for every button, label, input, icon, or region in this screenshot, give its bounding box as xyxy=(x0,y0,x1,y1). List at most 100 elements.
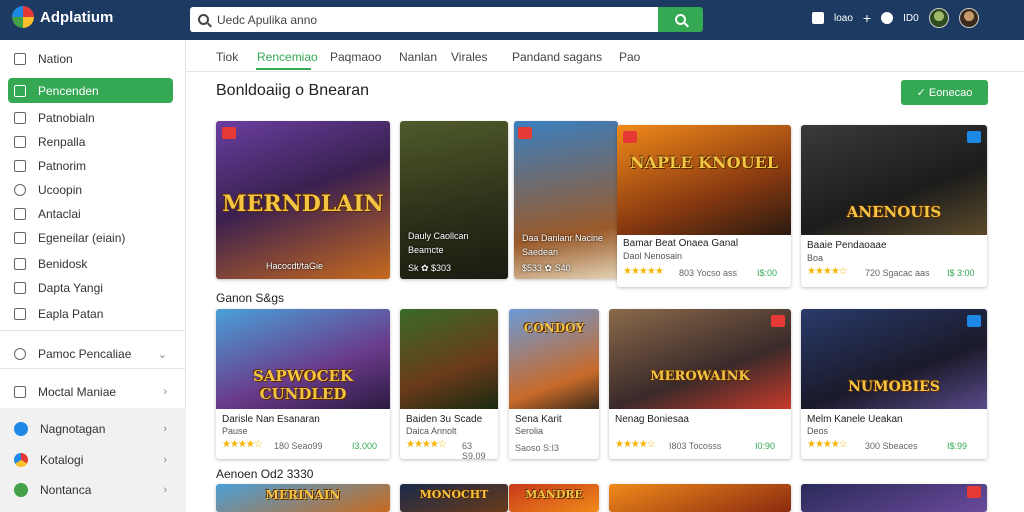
chevron-right-icon: › xyxy=(163,484,167,496)
art-title: MERNDLAIN xyxy=(222,191,384,217)
game-card[interactable]: MEROWAINK Nenag Boniesaa ★★★★☆ I803 Toco… xyxy=(609,309,791,459)
card-title: Bamar Beat Onaea Ganal xyxy=(623,238,739,249)
card-title: Sena Karit xyxy=(515,414,562,425)
sidebar-item-expand[interactable]: Nagnotagan › xyxy=(8,417,173,441)
game-card[interactable]: MERINAIN xyxy=(216,484,390,512)
sidebar-item[interactable]: Antaclai xyxy=(8,202,173,226)
card-subtitle: Pause xyxy=(222,426,248,436)
art-title: NAPLE KNOUEL xyxy=(630,153,778,172)
rating-stars: ★★★★☆ xyxy=(807,266,848,277)
card-meta: 180 Seao99 xyxy=(274,441,323,451)
tab[interactable]: Paqmaoo xyxy=(330,50,381,64)
sidebar-item-home[interactable]: Nation xyxy=(8,47,173,71)
tab[interactable]: Virales xyxy=(451,50,487,64)
sidebar-item[interactable]: Benidosk xyxy=(8,252,173,276)
app-title: Adplatium xyxy=(40,8,114,26)
card-price: I$:00 xyxy=(757,268,778,278)
game-card[interactable]: Baiden 3u Scade Daica Annolt ★★★★☆ 63 S9… xyxy=(400,309,498,459)
art-title: NUMOBIES xyxy=(848,379,940,395)
art-subtitle: Dauly Caollcan xyxy=(408,231,469,241)
game-card[interactable]: NUMOBIES Melm Kanele Ueakan Deos ★★★★☆ 3… xyxy=(801,309,987,459)
top-label-2[interactable]: ID0 xyxy=(903,13,919,24)
rating-stars: ★★★★☆ xyxy=(615,439,656,450)
search-input[interactable] xyxy=(217,12,637,27)
rating-stars: ★★★★☆ xyxy=(807,439,848,450)
rating-stars: ★★★★☆ xyxy=(406,439,447,450)
rating-stars: ★★★★★ xyxy=(623,266,664,277)
sidebar: Nation Pencenden Patnobialn Renpalla Pat… xyxy=(0,40,186,512)
tab-active[interactable]: Rencemiao xyxy=(257,50,318,64)
action-button[interactable]: ✓ Eonecao xyxy=(901,80,988,105)
sidebar-item-expand[interactable]: Pamoc Pencaliae ⌄ xyxy=(8,342,173,366)
grid-icon xyxy=(14,160,26,172)
game-card[interactable]: Dauly Caollcan Beamcte Sk ✿ $303 xyxy=(400,121,508,279)
divider xyxy=(0,368,186,369)
badge-icon xyxy=(967,131,981,143)
game-art: MONOCHT xyxy=(400,484,508,512)
tab[interactable]: Pandand sagans xyxy=(512,50,602,64)
card-meta: 63 S9.09 xyxy=(462,441,486,459)
game-card[interactable]: MONOCHT xyxy=(400,484,508,512)
card-subtitle: Boa xyxy=(807,253,824,263)
notification-icon[interactable] xyxy=(812,12,824,24)
art-title: CONDOY xyxy=(523,321,585,335)
tab[interactable]: Tiok xyxy=(216,50,238,64)
game-card[interactable]: MERNDLAIN Hacocdt/taGie xyxy=(216,121,390,279)
section-title: Aenoen Od2 3330 xyxy=(216,467,314,481)
game-art xyxy=(801,484,987,512)
art-title: MONOCHT xyxy=(419,488,489,501)
chevron-down-icon: ⌄ xyxy=(157,348,167,361)
chevron-right-icon: › xyxy=(163,423,167,435)
art-title: ANENOUIS xyxy=(846,203,942,221)
game-card[interactable] xyxy=(609,484,791,512)
sidebar-item[interactable]: Eapla Patan xyxy=(8,302,173,326)
game-art: NAPLE KNOUEL xyxy=(617,125,791,235)
logo-icon xyxy=(12,6,34,28)
game-card[interactable]: SAPWOCEK CUNDLED Darisle Nan Esanaran Pa… xyxy=(216,309,390,459)
card-subtitle: Daica Annolt xyxy=(406,426,457,436)
sidebar-item[interactable]: Patnorim xyxy=(8,154,173,178)
doc-icon xyxy=(14,112,26,124)
game-card[interactable]: NAPLE KNOUEL Bamar Beat Onaea Ganal Daol… xyxy=(617,125,791,287)
top-label-1[interactable]: loao xyxy=(834,13,853,24)
art-subtitle: Saedean xyxy=(522,247,559,257)
card-meta: Saoso S:I3 xyxy=(515,443,560,453)
game-card[interactable]: ANENOUIS Baaie Pendaoaae Boa ★★★★☆ 720 S… xyxy=(801,125,987,287)
plus-icon[interactable]: + xyxy=(863,10,871,26)
sidebar-item-expand[interactable]: Kotalogi › xyxy=(8,448,173,472)
card-price: I0:90 xyxy=(755,441,776,451)
sidebar-item-expand[interactable]: Moctal Maniae › xyxy=(8,380,173,404)
card-price: I$ 3:00 xyxy=(947,268,975,278)
art-title: MEROWAINK xyxy=(650,369,750,384)
user-avatar[interactable] xyxy=(958,8,979,28)
game-card[interactable]: MANDRE xyxy=(509,484,599,512)
gamepad-icon[interactable] xyxy=(881,12,894,24)
card-price: I3.000 xyxy=(352,441,378,451)
search-icon xyxy=(675,14,686,25)
sidebar-item[interactable]: Renpalla xyxy=(8,130,173,154)
game-art: MEROWAINK xyxy=(609,309,791,409)
home-icon xyxy=(14,53,26,65)
badge-icon xyxy=(771,315,785,327)
list-icon xyxy=(14,136,26,148)
card-meta: 720 Sgacac aas xyxy=(865,268,930,278)
app-logo[interactable]: Adplatium xyxy=(12,6,113,28)
sidebar-item-active[interactable]: Pencenden xyxy=(8,78,173,103)
sidebar-item[interactable]: Patnobialn xyxy=(8,106,173,130)
card-price: I$:99 xyxy=(947,441,968,451)
tab[interactable]: Pao xyxy=(619,50,640,64)
art-subtitle: Daa Danlanr Nacine xyxy=(522,233,604,243)
sidebar-item[interactable]: Egeneilar (eiain) xyxy=(8,226,173,250)
game-card[interactable]: Daa Danlanr Nacine Saedean $533 ✿ S40 xyxy=(514,121,618,279)
search-button[interactable] xyxy=(658,7,703,32)
sidebar-item-expand[interactable]: Nontanca › xyxy=(8,478,173,502)
art-meta: Sk ✿ $303 xyxy=(408,263,452,273)
card-subtitle: Deos xyxy=(807,426,829,436)
sidebar-item[interactable]: Dapta Yangi xyxy=(8,276,173,300)
game-card[interactable]: CONDOY Sena Karit Serolia Saoso S:I3 xyxy=(509,309,599,459)
sidebar-item[interactable]: Ucoopin xyxy=(8,178,173,202)
card-subtitle: Daol Nenosain xyxy=(623,251,683,261)
tab[interactable]: Nanlan xyxy=(399,50,437,64)
game-card[interactable] xyxy=(801,484,987,512)
avatar[interactable] xyxy=(928,8,949,28)
